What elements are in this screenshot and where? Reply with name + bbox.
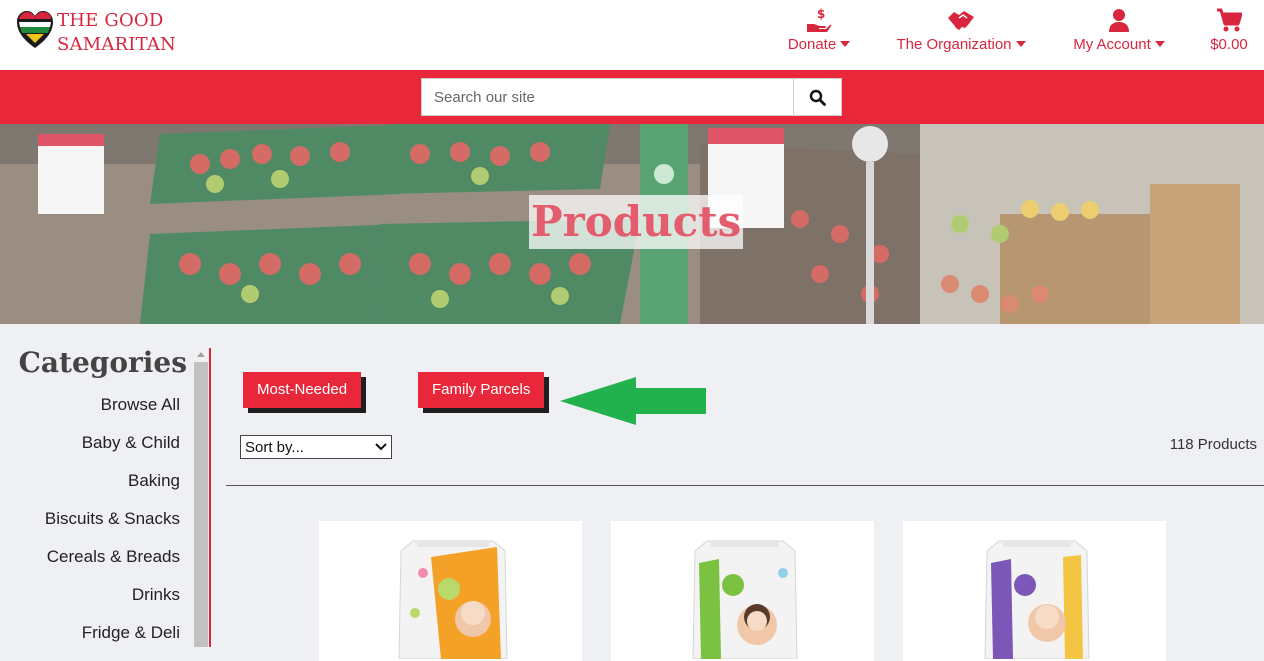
diaper-pack-image xyxy=(692,540,798,659)
search-bar xyxy=(0,70,1264,124)
brand-line-1: THE GOOD xyxy=(57,10,164,31)
diaper-pack-image xyxy=(984,540,1090,659)
sort-selected-value: Sort by... xyxy=(245,438,304,456)
search-button[interactable] xyxy=(793,78,842,116)
category-sidebar: Categories Browse All Baby & Child Bakin… xyxy=(0,324,211,647)
family-parcels-button[interactable]: Family Parcels xyxy=(418,372,545,408)
brand-line-2: SAMARITAN xyxy=(57,34,176,55)
svg-text:$: $ xyxy=(817,7,825,21)
hand-coin-icon: $ xyxy=(807,7,832,32)
chevron-down-icon xyxy=(1154,41,1165,47)
most-needed-button[interactable]: Most-Needed xyxy=(243,372,362,408)
scroll-up-icon[interactable] xyxy=(197,352,205,357)
chevron-down-icon xyxy=(1015,41,1026,47)
results-divider xyxy=(226,485,1264,486)
sidebar-divider xyxy=(209,348,211,647)
top-header: THE GOOD SAMARITAN $ Donate The Organiza… xyxy=(0,0,1264,70)
nav-cart[interactable]: $0.00 xyxy=(1206,6,1252,58)
nav-donate-label: Donate xyxy=(788,36,851,53)
nav-donate[interactable]: $ Donate xyxy=(786,6,852,58)
sidebar-scrollbar-thumb[interactable] xyxy=(194,362,208,647)
chevron-down-icon xyxy=(840,41,851,47)
category-browse-all[interactable]: Browse All xyxy=(101,395,180,415)
category-fridge-deli[interactable]: Fridge & Deli xyxy=(82,623,180,643)
product-card[interactable] xyxy=(611,521,874,661)
nav-my-account-label: My Account xyxy=(1073,36,1165,53)
category-biscuits-snacks[interactable]: Biscuits & Snacks xyxy=(45,509,180,529)
product-card[interactable] xyxy=(903,521,1166,661)
nav-my-account[interactable]: My Account xyxy=(1069,6,1169,58)
diaper-pack-image xyxy=(398,540,508,659)
search-input[interactable] xyxy=(421,78,794,116)
logo-heart-icon[interactable] xyxy=(16,10,54,50)
brand-name[interactable]: THE GOOD SAMARITAN xyxy=(57,9,176,57)
search-icon xyxy=(809,89,826,106)
page-title: Products xyxy=(529,195,744,249)
product-count: 118 Products xyxy=(1169,436,1257,453)
nav-organization-label: The Organization xyxy=(896,36,1026,53)
user-icon xyxy=(1109,9,1129,32)
cart-total: $0.00 xyxy=(1210,36,1248,53)
cart-icon xyxy=(1217,8,1242,32)
handshake-icon xyxy=(948,11,974,30)
chevron-down-icon xyxy=(375,443,387,451)
arrow-left-icon xyxy=(560,377,706,425)
product-card[interactable] xyxy=(319,521,582,661)
categories-heading: Categories xyxy=(18,346,187,379)
category-cereals-breads[interactable]: Cereals & Breads xyxy=(47,547,180,567)
category-baby-child[interactable]: Baby & Child xyxy=(82,433,180,453)
category-baking[interactable]: Baking xyxy=(128,471,180,491)
sort-select[interactable]: Sort by... xyxy=(240,435,392,459)
category-drinks[interactable]: Drinks xyxy=(132,585,180,605)
nav-organization[interactable]: The Organization xyxy=(894,6,1028,58)
